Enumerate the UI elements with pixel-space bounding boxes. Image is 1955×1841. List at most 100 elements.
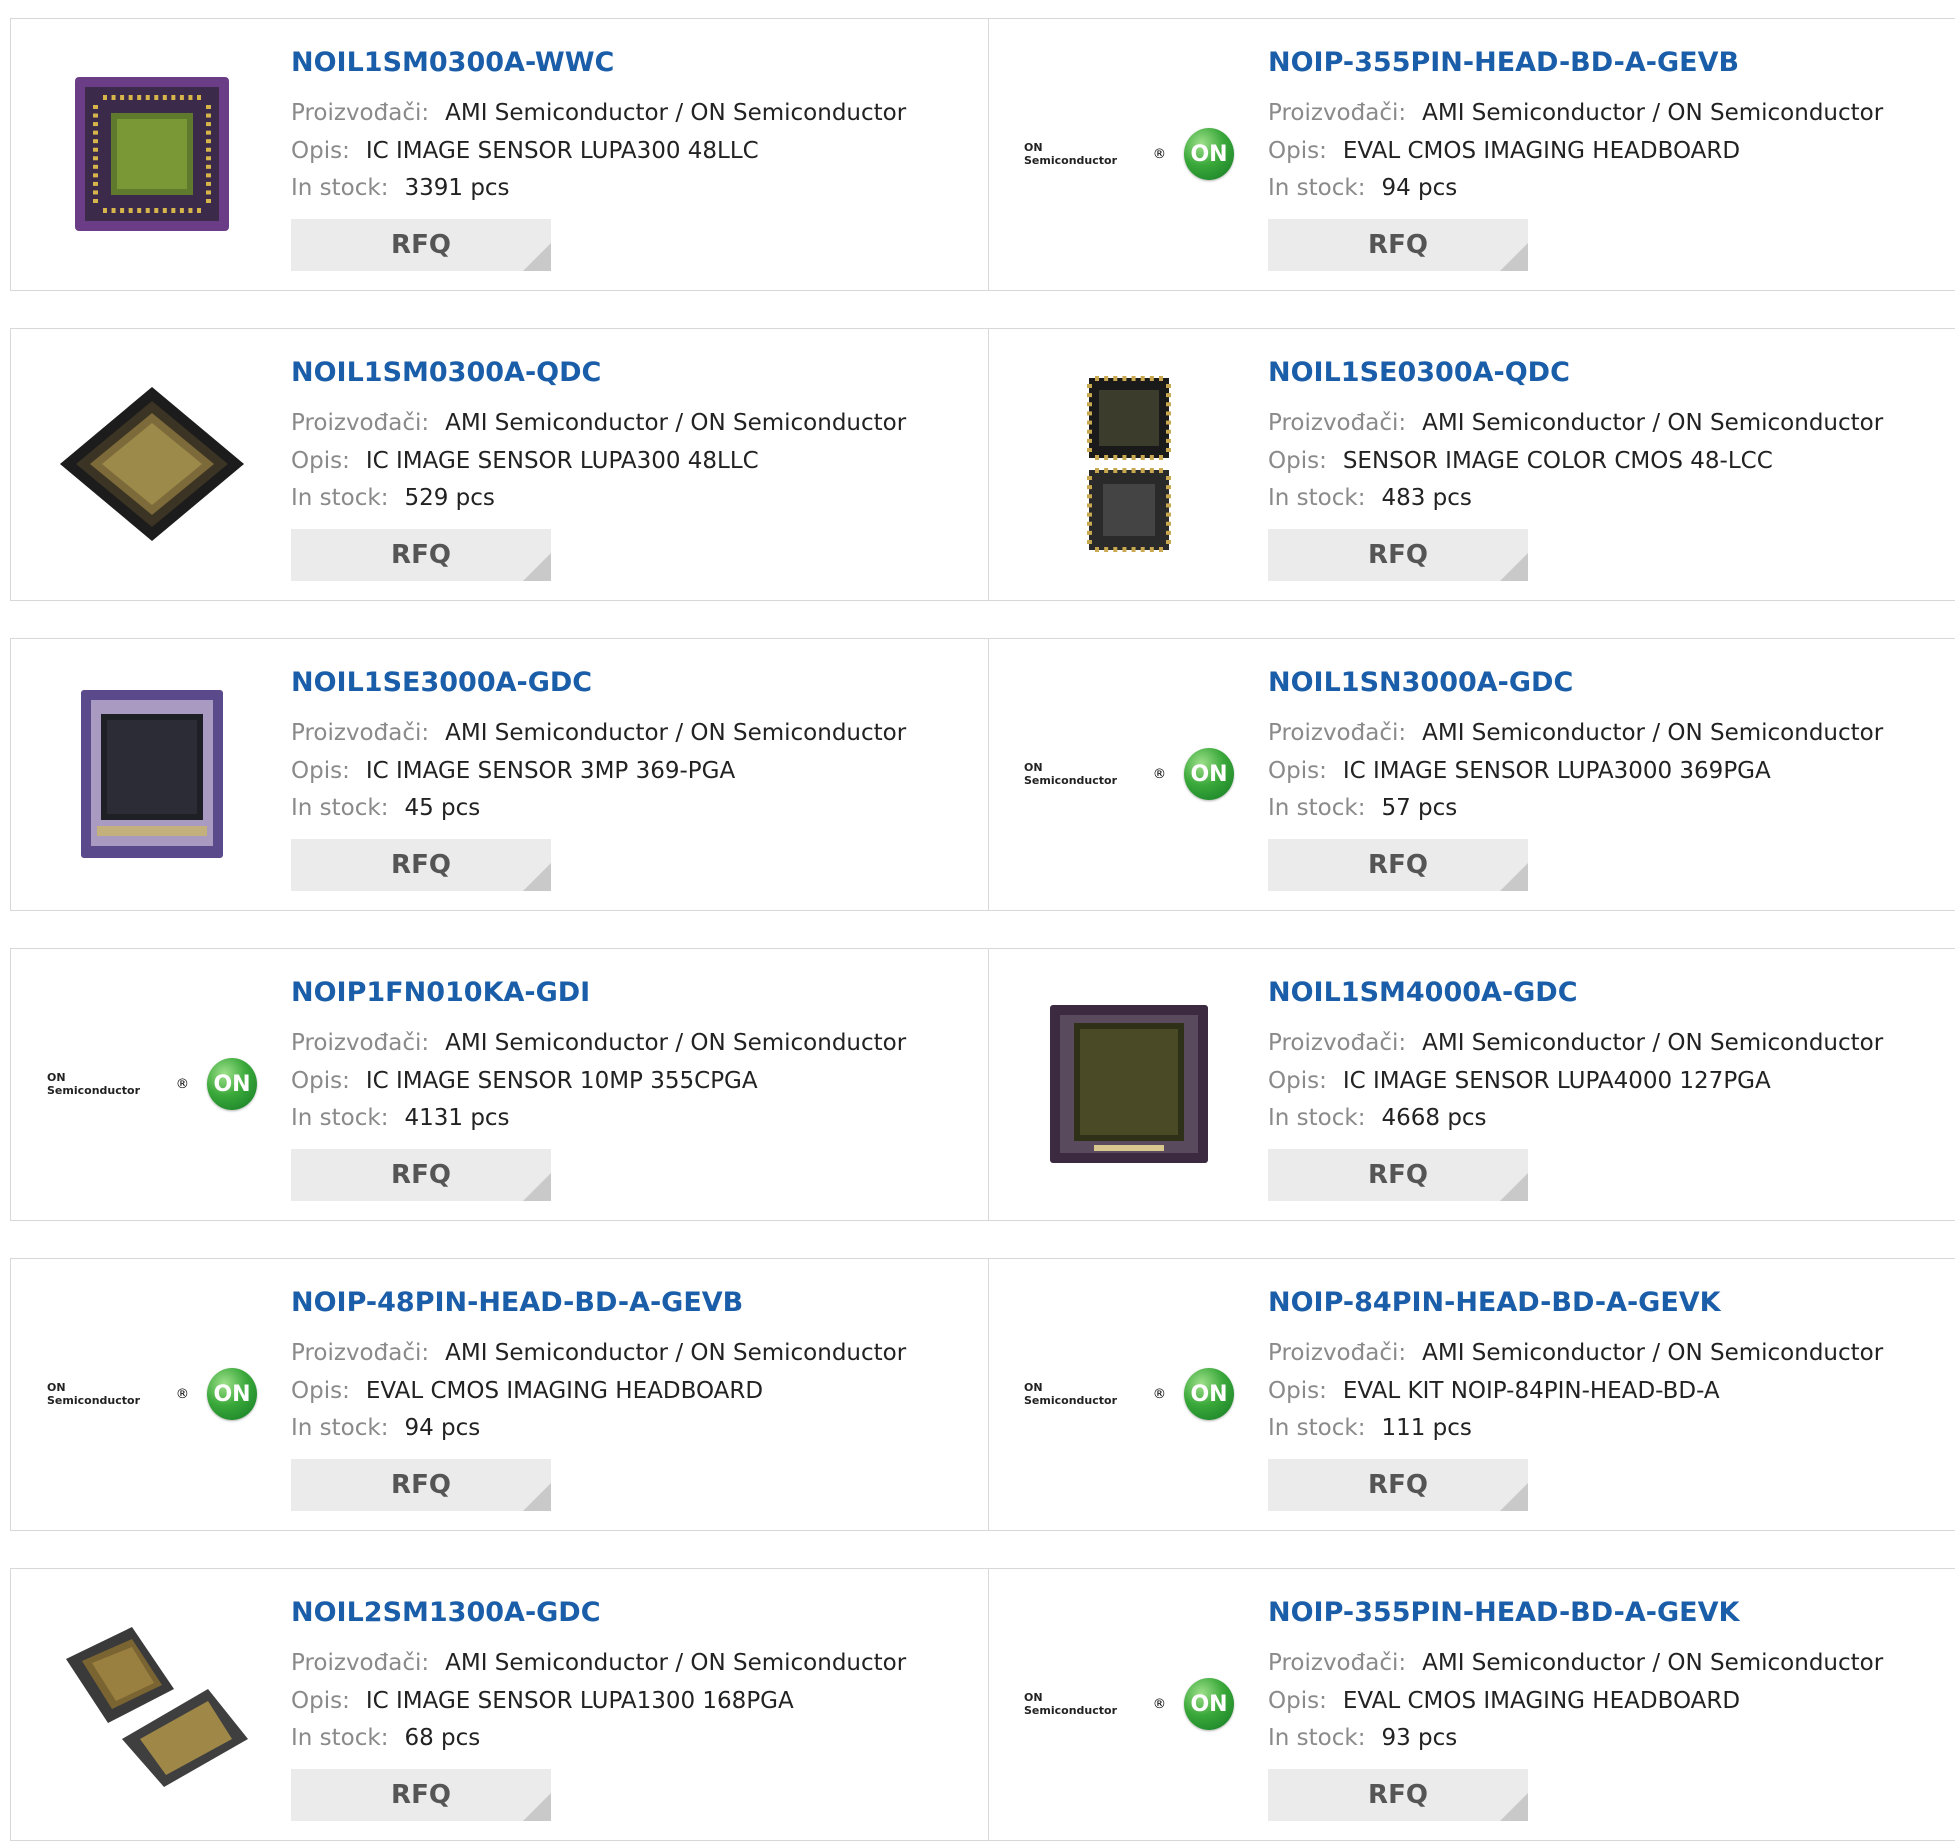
description-value: IC IMAGE SENSOR LUPA3000 369PGA — [1342, 758, 1771, 784]
stock-value: 94 pcs — [404, 1415, 481, 1441]
product-name-link[interactable]: NOIP-355PIN-HEAD-BD-A-GEVB — [1268, 47, 1739, 78]
stock-line: In stock: 529 pcs — [291, 485, 495, 511]
manufacturer-value: AMI Semiconductor / ON Semiconductor — [445, 100, 907, 126]
description-line: Opis: IC IMAGE SENSOR LUPA300 48LLC — [291, 138, 759, 164]
product-thumbnail[interactable]: ON Semiconductor ® ON — [47, 1304, 257, 1484]
product-row: ON Semiconductor ® ON NOIP1FN010KA-GDI Pro… — [10, 948, 1955, 1221]
manufacturer-value: AMI Semiconductor / ON Semiconductor — [1422, 1340, 1884, 1366]
product-row: NOIL1SM0300A-QDC Proizvođači: AMI Semicon… — [10, 328, 1955, 601]
rfq-button[interactable]: RFQ — [291, 219, 551, 271]
stock-label: In stock: — [1268, 1415, 1366, 1441]
stock-line: In stock: 94 pcs — [1268, 175, 1457, 201]
manufacturer-label: Proizvođači: — [291, 1340, 430, 1366]
stock-label: In stock: — [1268, 485, 1366, 511]
stock-value: 93 pcs — [1381, 1725, 1458, 1751]
rfq-corner-decoration — [1500, 243, 1528, 271]
rfq-label: RFQ — [391, 540, 451, 570]
product-name-link[interactable]: NOIL1SM0300A-QDC — [291, 357, 601, 388]
rfq-corner-decoration — [1500, 553, 1528, 581]
stock-value: 529 pcs — [404, 485, 495, 511]
rfq-button[interactable]: RFQ — [291, 1769, 551, 1821]
stock-value: 68 pcs — [404, 1725, 481, 1751]
rfq-button[interactable]: RFQ — [291, 1149, 551, 1201]
product-thumbnail[interactable]: ON Semiconductor ® ON — [1024, 64, 1234, 244]
rfq-button[interactable]: RFQ — [1268, 1769, 1528, 1821]
product-thumbnail[interactable] — [47, 1614, 257, 1794]
product-thumbnail[interactable]: ON Semiconductor ® ON — [1024, 684, 1234, 864]
product-name-link[interactable]: NOIL1SM4000A-GDC — [1268, 977, 1578, 1008]
product-thumbnail[interactable]: ON Semiconductor ® ON — [1024, 1304, 1234, 1484]
rfq-corner-decoration — [1500, 863, 1528, 891]
description-label: Opis: — [1268, 448, 1327, 474]
product-thumbnail[interactable] — [47, 684, 257, 864]
on-semiconductor-logo: ON Semiconductor ® ON — [1024, 748, 1234, 800]
on-semiconductor-logo: ON Semiconductor ® ON — [1024, 128, 1234, 180]
manufacturer-line: Proizvođači: AMI Semiconductor / ON Semic… — [291, 1030, 906, 1056]
stock-line: In stock: 111 pcs — [1268, 1415, 1472, 1441]
description-line: Opis: EVAL KIT NOIP-84PIN-HEAD-BD-A — [1268, 1378, 1720, 1404]
product-thumbnail[interactable]: ON Semiconductor ® ON — [47, 994, 257, 1174]
tilted-chip-icon — [60, 387, 244, 541]
rfq-button[interactable]: RFQ — [291, 529, 551, 581]
product-name-link[interactable]: NOIL1SE3000A-GDC — [291, 667, 592, 698]
manufacturer-line: Proizvođači: AMI Semiconductor / ON Semic… — [1268, 1340, 1883, 1366]
rfq-button[interactable]: RFQ — [1268, 529, 1528, 581]
description-value: IC IMAGE SENSOR 3MP 369-PGA — [365, 758, 736, 784]
manufacturer-line: Proizvođači: AMI Semiconductor / ON Semic… — [291, 410, 906, 436]
product-card: ON Semiconductor ® ON NOIP-355PIN-HEAD-BD-… — [988, 1569, 1955, 1840]
product-name-link[interactable]: NOIP1FN010KA-GDI — [291, 977, 590, 1008]
description-line: Opis: SENSOR IMAGE COLOR CMOS 48-LCC — [1268, 448, 1773, 474]
product-card: NOIL1SM4000A-GDC Proizvođači: AMI Semicon… — [988, 949, 1955, 1220]
product-name-link[interactable]: NOIL1SE0300A-QDC — [1268, 357, 1570, 388]
manufacturer-label: Proizvođači: — [291, 410, 430, 436]
product-thumbnail[interactable] — [1024, 374, 1234, 554]
description-value: IC IMAGE SENSOR 10MP 355CPGA — [365, 1068, 758, 1094]
stock-label: In stock: — [1268, 795, 1366, 821]
product-thumbnail[interactable] — [47, 374, 257, 554]
stock-line: In stock: 68 pcs — [291, 1725, 480, 1751]
manufacturer-label: Proizvođači: — [1268, 720, 1407, 746]
product-name-link[interactable]: NOIL1SM0300A-WWC — [291, 47, 614, 78]
product-name-link[interactable]: NOIL1SN3000A-GDC — [1268, 667, 1573, 698]
product-card: ON Semiconductor ® ON NOIP-48PIN-HEAD-BD-A… — [11, 1259, 989, 1530]
product-thumbnail[interactable] — [1024, 994, 1234, 1174]
description-line: Opis: EVAL CMOS IMAGING HEADBOARD — [1268, 138, 1740, 164]
description-value: EVAL CMOS IMAGING HEADBOARD — [1342, 138, 1741, 164]
description-label: Opis: — [291, 138, 350, 164]
product-card: NOIL2SM1300A-GDC Proizvođači: AMI Semicon… — [11, 1569, 989, 1840]
manufacturer-line: Proizvođači: AMI Semiconductor / ON Semic… — [1268, 1030, 1883, 1056]
stock-line: In stock: 3391 pcs — [291, 175, 510, 201]
rfq-button[interactable]: RFQ — [1268, 1149, 1528, 1201]
description-value: IC IMAGE SENSOR LUPA1300 168PGA — [365, 1688, 794, 1714]
rfq-button[interactable]: RFQ — [291, 839, 551, 891]
rfq-corner-decoration — [523, 1793, 551, 1821]
rfq-button[interactable]: RFQ — [1268, 839, 1528, 891]
stock-value: 111 pcs — [1381, 1415, 1472, 1441]
product-card: ON Semiconductor ® ON NOIL1SN3000A-GDC Pro… — [988, 639, 1955, 910]
product-name-link[interactable]: NOIP-84PIN-HEAD-BD-A-GEVK — [1268, 1287, 1721, 1318]
product-name-link[interactable]: NOIP-48PIN-HEAD-BD-A-GEVB — [291, 1287, 743, 1318]
rfq-button[interactable]: RFQ — [291, 1459, 551, 1511]
description-line: Opis: IC IMAGE SENSOR LUPA1300 168PGA — [291, 1688, 794, 1714]
manufacturer-value: AMI Semiconductor / ON Semiconductor — [445, 410, 907, 436]
rfq-button[interactable]: RFQ — [1268, 219, 1528, 271]
description-line: Opis: IC IMAGE SENSOR LUPA3000 369PGA — [1268, 758, 1771, 784]
product-thumbnail[interactable] — [47, 64, 257, 244]
rfq-button[interactable]: RFQ — [1268, 1459, 1528, 1511]
description-line: Opis: IC IMAGE SENSOR LUPA300 48LLC — [291, 448, 759, 474]
manufacturer-label: Proizvođači: — [1268, 100, 1407, 126]
stock-line: In stock: 94 pcs — [291, 1415, 480, 1441]
product-thumbnail[interactable]: ON Semiconductor ® ON — [1024, 1614, 1234, 1794]
product-name-link[interactable]: NOIL2SM1300A-GDC — [291, 1597, 601, 1628]
stock-label: In stock: — [291, 1105, 389, 1131]
product-card: NOIL1SM0300A-QDC Proizvođači: AMI Semicon… — [11, 329, 989, 600]
product-card: NOIL1SE3000A-GDC Proizvođači: AMI Semicon… — [11, 639, 989, 910]
rfq-label: RFQ — [1368, 540, 1428, 570]
product-name-link[interactable]: NOIP-355PIN-HEAD-BD-A-GEVK — [1268, 1597, 1739, 1628]
stock-label: In stock: — [1268, 175, 1366, 201]
product-row: ON Semiconductor ® ON NOIP-48PIN-HEAD-BD-A… — [10, 1258, 1955, 1531]
dark-purple-chip-icon — [1050, 1005, 1208, 1163]
manufacturer-line: Proizvođači: AMI Semiconductor / ON Semic… — [291, 1340, 906, 1366]
manufacturer-value: AMI Semiconductor / ON Semiconductor — [445, 1650, 907, 1676]
description-label: Opis: — [1268, 1688, 1327, 1714]
